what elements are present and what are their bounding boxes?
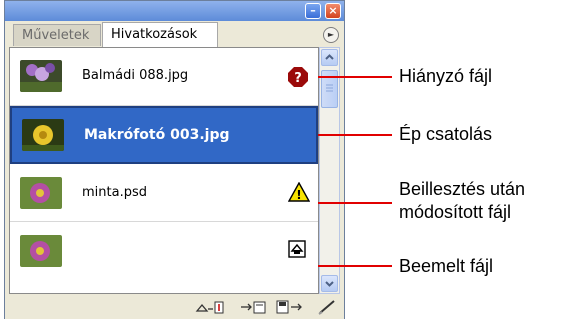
- callout-modified-file-line2: módosított fájl: [399, 202, 512, 222]
- list-item[interactable]: minta.psd !: [10, 164, 318, 222]
- callout-line: [318, 202, 392, 204]
- panel-title-bar: – ×: [5, 1, 344, 21]
- goto-link-icon[interactable]: [275, 299, 305, 315]
- callout-line: [318, 265, 392, 267]
- list-item[interactable]: [10, 222, 318, 280]
- links-panel: – × Műveletek Hivatkozások ► Balmádi 088…: [4, 0, 345, 319]
- missing-icon: ?: [288, 67, 308, 87]
- callout-modified-file: Beillesztés után: [399, 179, 526, 199]
- scroll-down-button[interactable]: [321, 275, 338, 292]
- bottom-toolbar: [5, 295, 344, 319]
- relink-icon[interactable]: [239, 299, 269, 315]
- callout-intact-link: Ép csatolás: [399, 124, 493, 144]
- panel-menu-icon[interactable]: ►: [323, 27, 339, 43]
- flower-thumbnail: [20, 235, 62, 267]
- tab-muveletek[interactable]: Műveletek: [13, 24, 101, 46]
- file-name: Makrófotó 003.jpg: [84, 127, 230, 143]
- callout-embedded-file: Beemelt fájl: [399, 256, 494, 276]
- embedded-icon: [288, 240, 306, 258]
- flower-thumbnail: [22, 119, 64, 151]
- callout-missing-file: Hiányzó fájl: [399, 66, 493, 86]
- flower-thumbnail: [20, 177, 62, 209]
- close-button[interactable]: ×: [325, 3, 341, 19]
- file-name: Balmádi 088.jpg: [82, 68, 189, 83]
- scroll-up-button[interactable]: [321, 49, 338, 66]
- callout-line: [318, 76, 392, 78]
- tab-hivatkozasok[interactable]: Hivatkozások: [102, 22, 218, 47]
- file-name: minta.psd: [82, 185, 147, 200]
- callout-line: [318, 134, 392, 136]
- tab-bar: Műveletek Hivatkozások ►: [5, 21, 344, 47]
- chevron-up-icon: [325, 54, 334, 60]
- embed-icon[interactable]: [195, 299, 225, 315]
- svg-text:!: !: [296, 188, 301, 202]
- links-list: Balmádi 088.jpg ? Makrófotó 003.jpg mint…: [9, 47, 319, 294]
- chevron-down-icon: [325, 281, 334, 287]
- svg-text:?: ?: [294, 71, 302, 86]
- list-item-selected[interactable]: Makrófotó 003.jpg: [10, 106, 318, 164]
- flower-thumbnail: [20, 60, 62, 92]
- list-item[interactable]: Balmádi 088.jpg ?: [10, 48, 318, 106]
- minimize-button[interactable]: –: [305, 3, 321, 19]
- edit-original-icon[interactable]: [317, 299, 339, 315]
- vertical-scrollbar[interactable]: [319, 47, 340, 294]
- modified-warning-icon: !: [288, 182, 310, 202]
